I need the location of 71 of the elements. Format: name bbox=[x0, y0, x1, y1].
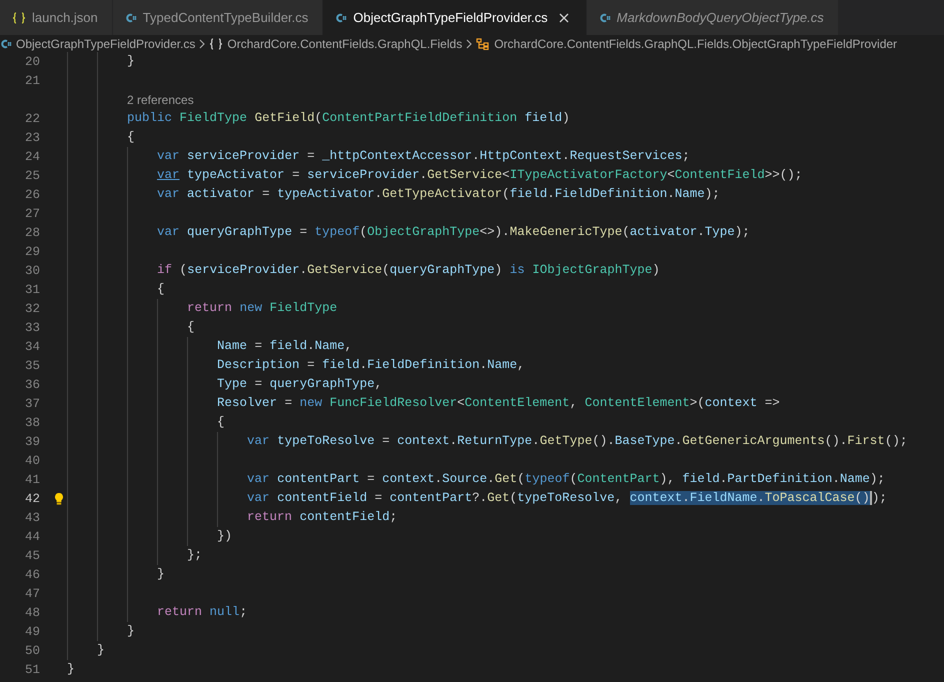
code-line: var contentPart = context.Source.Get(typeof(ContentPart), field.PartDefinition.Name); bbox=[246, 471, 885, 488]
code-line: } bbox=[126, 623, 135, 640]
code-line: var queryGraphType = typeof(ObjectGraphType<>).MakeGenericType(activator.Type); bbox=[156, 224, 750, 241]
editor-tab[interactable]: TypedContentTypeBuilder.cs bbox=[112, 0, 324, 35]
code-line: return null; bbox=[156, 604, 248, 621]
code-line: Type = queryGraphType, bbox=[216, 376, 382, 393]
code-line: Resolver = new FuncFieldResolver<ContentElement, ContentElement>(context => bbox=[216, 395, 780, 412]
code-line: var contentField = contentPart?.Get(typeToResolve, context.FieldName.ToPascalCase() ); bbox=[246, 490, 887, 507]
code-line: { bbox=[156, 281, 165, 298]
code-line: var typeToResolve = context.ReturnType.GetType().BaseType.GetGenericArguments().First(); bbox=[246, 433, 908, 450]
code-line: } bbox=[96, 642, 105, 659]
chevron-right-icon bbox=[199, 38, 206, 48]
line-number: 47 bbox=[24, 586, 40, 600]
line-number: 51 bbox=[24, 662, 40, 676]
line-number: 40 bbox=[24, 454, 40, 468]
line-number: 41 bbox=[24, 472, 40, 486]
editor-tab[interactable]: MarkdownBodyQueryObjectType.cs bbox=[586, 0, 839, 35]
line-number: 28 bbox=[24, 226, 40, 240]
breadcrumb-item[interactable]: OrchardCore.ContentFields.GraphQL.Fields.ObjectGraphTypeFieldProvider bbox=[494, 36, 898, 50]
breadcrumb-item[interactable]: ObjectGraphTypeFieldProvider.cs bbox=[16, 36, 196, 50]
lightbulb-icon[interactable] bbox=[53, 492, 65, 506]
code-line: } bbox=[126, 53, 135, 70]
code-lens[interactable]: 2 references bbox=[127, 92, 194, 106]
line-number: 37 bbox=[24, 396, 40, 410]
editor-tab[interactable]: ObjectGraphTypeFieldProvider.cs bbox=[323, 0, 587, 35]
code-line: { bbox=[186, 319, 195, 336]
editor-tab[interactable]: launch.json bbox=[0, 0, 113, 35]
line-number: 49 bbox=[24, 624, 40, 638]
line-number: 20 bbox=[24, 54, 40, 68]
line-number: 21 bbox=[24, 74, 40, 88]
line-number: 36 bbox=[24, 378, 40, 392]
line-number: 31 bbox=[24, 282, 40, 296]
code-line: var serviceProvider = _httpContextAccessor.HttpContext.RequestServices; bbox=[156, 148, 690, 165]
line-number: 45 bbox=[24, 548, 40, 562]
code-line: { bbox=[216, 414, 225, 431]
code-line: Description = field.FieldDefinition.Name, bbox=[216, 357, 525, 374]
line-number: 43 bbox=[24, 510, 40, 524]
line-number: 23 bbox=[24, 130, 40, 144]
code-line: }) bbox=[216, 528, 232, 545]
line-number: 35 bbox=[24, 358, 40, 372]
line-number: 44 bbox=[24, 530, 40, 544]
code-line: Name = field.Name, bbox=[216, 338, 352, 355]
code-line: }; bbox=[186, 547, 202, 564]
line-number: 32 bbox=[24, 302, 40, 316]
chevron-right-icon bbox=[466, 38, 472, 48]
code-line: } bbox=[156, 566, 165, 583]
code-line: } bbox=[67, 661, 75, 678]
code-line: public FieldType GetField(ContentPartFieldDefinition field) bbox=[126, 110, 570, 127]
line-number: 48 bbox=[24, 606, 40, 620]
close-icon bbox=[558, 12, 569, 22]
line-number: 42 bbox=[24, 492, 40, 506]
code-line: return contentField; bbox=[246, 509, 398, 526]
code-line: return new FieldType bbox=[186, 300, 338, 317]
line-number: 25 bbox=[24, 168, 40, 182]
line-number: 27 bbox=[24, 206, 40, 220]
code-line: var typeActivator = serviceProvider.GetService<ITypeActivatorFactory<ContentField>>(); bbox=[156, 167, 802, 184]
code-line: { bbox=[126, 129, 135, 146]
line-number: 24 bbox=[24, 150, 40, 164]
line-number: 46 bbox=[24, 568, 40, 582]
line-number: 33 bbox=[24, 320, 40, 334]
breadcrumb-item[interactable]: OrchardCore.ContentFields.GraphQL.Fields bbox=[227, 36, 462, 50]
line-number: 39 bbox=[24, 434, 40, 448]
code-line: var activator = typeActivator.GetTypeActivator(field.FieldDefinition.Name); bbox=[156, 186, 720, 203]
line-number: 22 bbox=[24, 112, 40, 126]
line-number: 34 bbox=[24, 340, 40, 354]
line-number: 38 bbox=[24, 416, 40, 430]
line-number: 26 bbox=[24, 188, 40, 202]
code-line: if (serviceProvider.GetService(queryGraphType) is IObjectGraphType) bbox=[156, 262, 660, 279]
line-number: 29 bbox=[24, 244, 40, 258]
line-number: 30 bbox=[24, 264, 40, 278]
line-number: 50 bbox=[24, 644, 40, 658]
